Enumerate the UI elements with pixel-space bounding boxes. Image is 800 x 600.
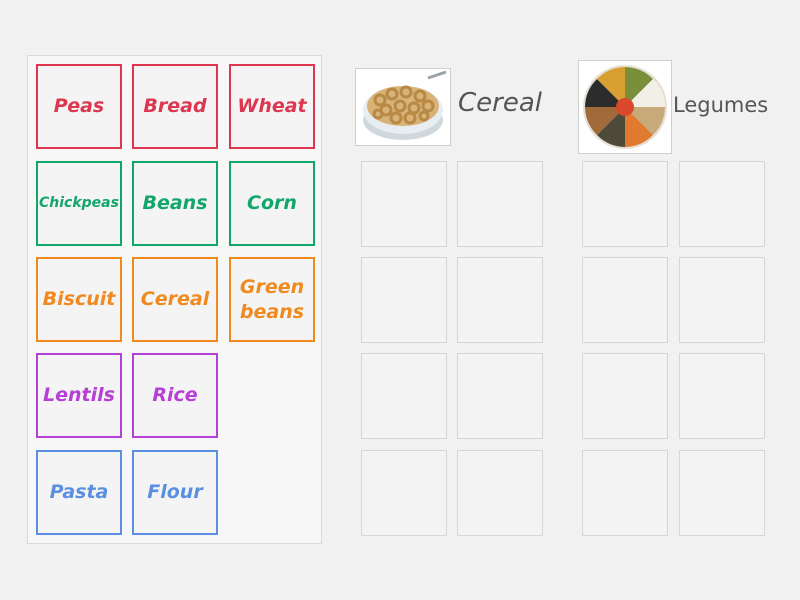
item-label: Beans	[142, 192, 208, 215]
legumes-plate-icon	[583, 65, 667, 149]
item-card-beans[interactable]: Beans	[132, 161, 218, 246]
item-card-peas[interactable]: Peas	[36, 64, 122, 149]
legumes-drop-slot[interactable]	[679, 257, 765, 343]
item-label: Green beans	[239, 275, 305, 323]
item-card-corn[interactable]: Corn	[229, 161, 315, 246]
group-title-cereal: Cereal	[458, 88, 542, 118]
legumes-drop-slot[interactable]	[582, 450, 668, 536]
item-card-wheat[interactable]: Wheat	[229, 64, 315, 149]
legumes-drop-slot[interactable]	[679, 353, 765, 439]
legumes-drop-slot[interactable]	[582, 161, 668, 247]
legumes-drop-slot[interactable]	[582, 257, 668, 343]
item-label: Bread	[143, 95, 207, 118]
item-card-chickpeas[interactable]: Chickpeas	[36, 161, 122, 246]
cereal-drop-slot[interactable]	[361, 257, 447, 343]
item-card-bread[interactable]: Bread	[132, 64, 218, 149]
item-card-green-beans[interactable]: Green beans	[229, 257, 315, 342]
cereal-bowl-image	[355, 68, 451, 146]
legumes-drop-slot[interactable]	[582, 353, 668, 439]
cereal-bowl-icon	[363, 70, 447, 140]
cereal-drop-slot[interactable]	[457, 257, 543, 343]
item-label: Pasta	[49, 481, 109, 504]
item-label: Wheat	[237, 95, 307, 118]
item-label: Corn	[247, 192, 297, 215]
legumes-drop-slot[interactable]	[679, 450, 765, 536]
cereal-drop-slot[interactable]	[361, 450, 447, 536]
item-card-lentils[interactable]: Lentils	[36, 353, 122, 438]
item-label: Cereal	[140, 288, 210, 311]
item-label: Lentils	[43, 384, 115, 407]
item-card-biscuit[interactable]: Biscuit	[36, 257, 122, 342]
item-label: Rice	[152, 384, 198, 407]
cereal-drop-slot[interactable]	[457, 450, 543, 536]
item-card-pasta[interactable]: Pasta	[36, 450, 122, 535]
item-label: Biscuit	[42, 288, 116, 311]
legumes-drop-slot[interactable]	[679, 161, 765, 247]
cereal-drop-slot[interactable]	[361, 353, 447, 439]
cereal-drop-slot[interactable]	[457, 353, 543, 439]
item-label: Chickpeas	[39, 195, 119, 212]
item-label: Flour	[147, 481, 203, 504]
cereal-drop-slot[interactable]	[361, 161, 447, 247]
item-card-cereal[interactable]: Cereal	[132, 257, 218, 342]
cereal-drop-slot[interactable]	[457, 161, 543, 247]
legumes-plate-image	[578, 60, 672, 154]
group-title-legumes: Legumes	[673, 93, 769, 117]
item-label: Peas	[53, 95, 105, 118]
item-card-flour[interactable]: Flour	[132, 450, 218, 535]
item-card-rice[interactable]: Rice	[132, 353, 218, 438]
